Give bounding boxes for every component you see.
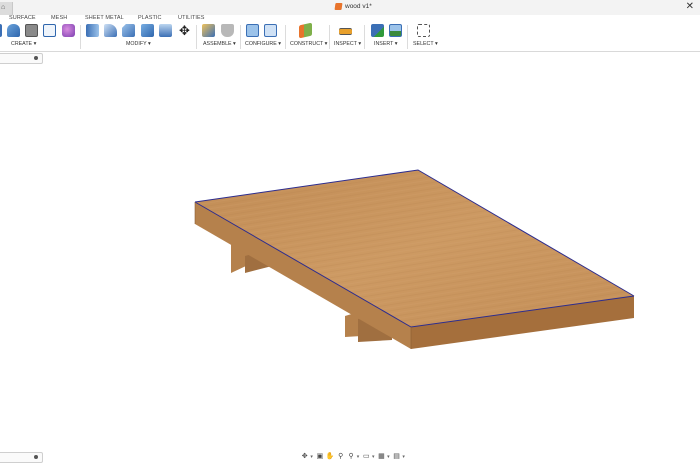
- chevron-down-icon[interactable]: ▾: [372, 452, 376, 462]
- look-at-icon[interactable]: ▣: [315, 452, 324, 462]
- chevron-down-icon[interactable]: ▾: [387, 452, 391, 462]
- navigation-bar: ✥ ▾ ▣ ✋ ⚲ ⚲ ▾ ▭ ▾ ▦ ▾ ▤ ▾: [300, 451, 406, 462]
- viewports-icon[interactable]: ▤: [392, 452, 401, 462]
- zoom-icon[interactable]: ⚲: [336, 452, 345, 462]
- orbit-icon[interactable]: ✥: [300, 452, 309, 462]
- pan-icon[interactable]: ✋: [326, 452, 335, 462]
- model-viewport[interactable]: [0, 0, 700, 467]
- grid-icon[interactable]: ▦: [377, 452, 386, 462]
- chevron-down-icon[interactable]: ▾: [357, 452, 361, 462]
- display-settings-icon[interactable]: ▭: [362, 452, 371, 462]
- chevron-down-icon[interactable]: ▾: [310, 452, 314, 462]
- chevron-down-icon[interactable]: ▾: [402, 452, 406, 462]
- fit-icon[interactable]: ⚲: [346, 452, 355, 462]
